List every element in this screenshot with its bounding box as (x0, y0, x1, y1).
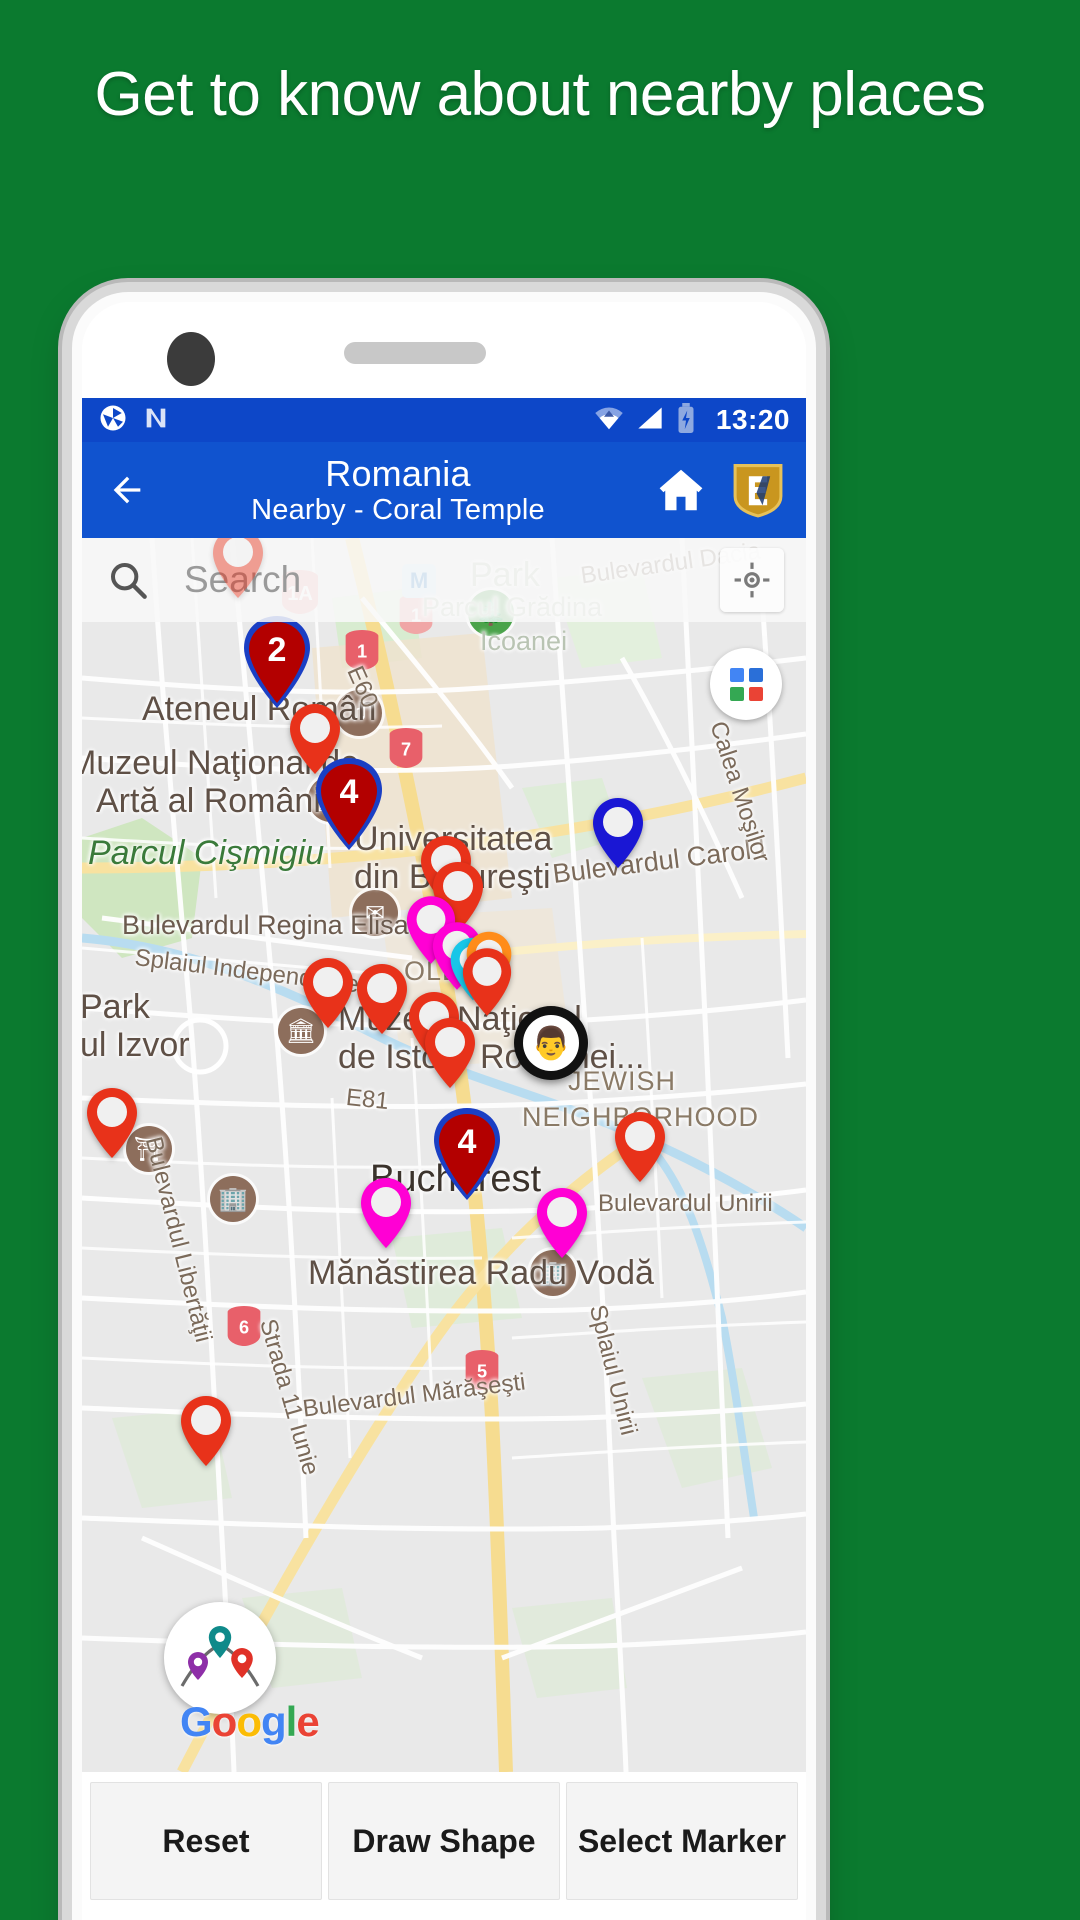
bottom-action-bar: Reset Draw Shape Select Marker (82, 1772, 806, 1900)
map-view[interactable]: Park Parcul Grădina Icoanei Bulevardul D… (82, 538, 806, 1772)
draw-shape-button[interactable]: Draw Shape (328, 1782, 560, 1900)
reset-button[interactable]: Reset (90, 1782, 322, 1900)
google-letter: g (260, 1698, 287, 1745)
app-bar-actions (652, 461, 788, 519)
wifi-icon (594, 405, 624, 436)
map-pin[interactable] (590, 796, 646, 870)
google-letter: o (211, 1698, 238, 1745)
phone-bezel (82, 302, 806, 398)
map-pin[interactable] (210, 538, 266, 600)
earpiece-speaker (344, 342, 486, 364)
search-icon (108, 560, 148, 600)
user-location-marker[interactable]: 👨 (514, 1006, 588, 1080)
google-letter: l (285, 1698, 298, 1745)
svg-text:6: 6 (239, 1317, 249, 1337)
layers-grid (729, 667, 763, 701)
svg-text:5: 5 (477, 1361, 487, 1381)
cluster-count: 2 (267, 631, 287, 669)
svg-text:7: 7 (401, 739, 411, 759)
google-letter: o (236, 1698, 262, 1745)
home-icon[interactable] (652, 463, 710, 517)
cluster-count: 4 (457, 1123, 477, 1161)
map-pin[interactable] (300, 956, 356, 1030)
my-location-icon[interactable] (720, 548, 784, 612)
select-marker-button[interactable]: Select Marker (566, 1782, 798, 1900)
android-status-bar: 13:20 (82, 398, 806, 442)
phone-screen: 13:20 Romania Nearby - Coral Temple Icoa… (82, 302, 806, 1920)
map-pin[interactable] (178, 1394, 234, 1468)
landmark-poi-icon: 🏢 (210, 1176, 256, 1222)
promo-headline: Get to know about nearby places (94, 60, 986, 129)
map-pin[interactable] (354, 962, 410, 1036)
route-shield-icon: 1 (340, 626, 384, 674)
map-pin[interactable] (422, 1016, 478, 1090)
ev-shield-icon[interactable] (732, 461, 784, 519)
map-pin[interactable] (84, 1086, 140, 1160)
user-avatar-icon: 👨 (523, 1015, 579, 1071)
phone-frame: 13:20 Romania Nearby - Coral Temple Icoa… (72, 292, 816, 1920)
signal-icon (636, 405, 664, 436)
svg-text:1: 1 (357, 641, 367, 661)
google-attribution: Google (180, 1698, 320, 1746)
map-search-bar[interactable]: Search (82, 538, 806, 622)
google-letter: G (180, 1698, 213, 1745)
route-shield-icon: 6 (222, 1302, 266, 1350)
app-bar-titles: Romania Nearby - Coral Temple (144, 452, 652, 527)
cluster-count: 4 (339, 773, 359, 811)
front-camera-icon (167, 332, 215, 386)
marker-cluster[interactable]: 4 (430, 1106, 504, 1202)
map-pin[interactable] (612, 1110, 668, 1184)
map-pin[interactable] (534, 1186, 590, 1260)
layers-grid-icon[interactable] (710, 648, 782, 720)
map-pin[interactable] (460, 946, 514, 1018)
status-bar-clock: 13:20 (715, 404, 790, 435)
page-title: Romania (325, 452, 471, 494)
marker-cluster[interactable]: 4 (312, 756, 386, 852)
nav-strip (82, 1900, 806, 1916)
route-shield-icon: 5 (460, 1346, 504, 1394)
nfc-icon (142, 404, 170, 437)
battery-icon (676, 402, 696, 438)
google-letter: e (296, 1698, 319, 1745)
map-pin[interactable] (358, 1176, 414, 1250)
route-shield-icon: 7 (384, 724, 428, 772)
shop-poi-icon: ✉ (352, 890, 398, 936)
app-bar: Romania Nearby - Coral Temple (82, 442, 806, 538)
marker-cluster[interactable]: 2 (240, 614, 314, 710)
page-subtitle: Nearby - Coral Temple (251, 493, 545, 526)
camera-shutter-icon (98, 403, 128, 438)
